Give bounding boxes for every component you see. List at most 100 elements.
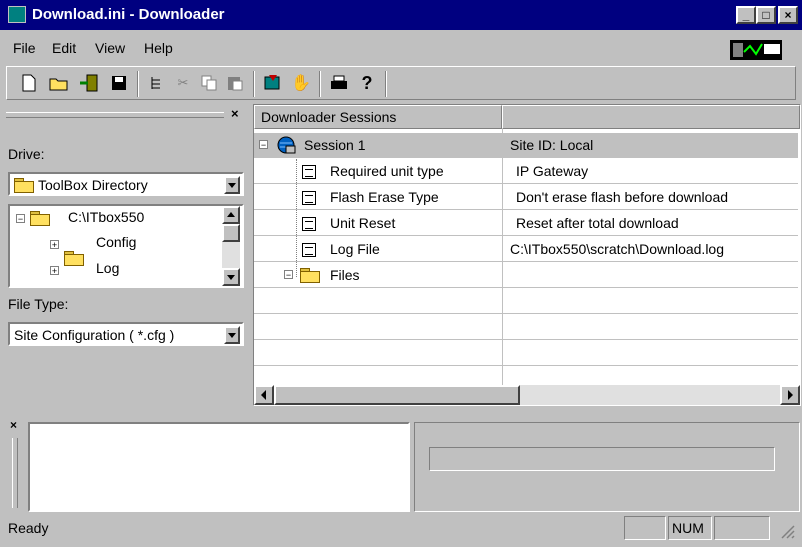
tree-icon[interactable] xyxy=(145,71,169,95)
property-icon xyxy=(302,217,316,231)
progress-area xyxy=(414,422,800,512)
maximize-button[interactable]: □ xyxy=(756,6,776,24)
progress-bar xyxy=(429,447,775,471)
property-value: Don't erase flash before download xyxy=(516,189,729,205)
drive-select-value: ToolBox Directory xyxy=(38,177,148,193)
file-type-select[interactable]: Site Configuration ( *.cfg ) xyxy=(8,322,244,346)
directory-tree[interactable]: − C:\ITbox550 + Config + Log xyxy=(8,204,244,288)
status-indicator-num: NUM xyxy=(668,516,712,540)
scroll-down-icon[interactable] xyxy=(222,268,240,286)
scroll-thumb[interactable] xyxy=(274,385,520,405)
chevron-down-icon[interactable] xyxy=(224,176,240,194)
expand-icon[interactable]: + xyxy=(50,240,59,250)
toolbar: ✂ ✋ ? xyxy=(6,66,796,100)
exit-icon[interactable] xyxy=(77,71,101,95)
menu-view[interactable]: View xyxy=(95,40,125,56)
property-key: Required unit type xyxy=(330,163,444,179)
folder-icon xyxy=(64,251,84,266)
property-value: Reset after total download xyxy=(516,215,679,231)
table-row[interactable] xyxy=(254,289,798,314)
table-row[interactable]: − Files xyxy=(254,263,798,288)
scroll-thumb[interactable] xyxy=(222,224,240,242)
property-value: IP Gateway xyxy=(516,163,589,179)
folder-icon xyxy=(30,211,50,226)
window-title: Download.ini - Downloader xyxy=(32,6,225,23)
scroll-right-icon[interactable] xyxy=(780,385,800,405)
table-row[interactable]: Unit Reset Reset after total download xyxy=(254,211,798,236)
file-browser-panel: × Drive: ToolBox Directory − C:\ITbox550… xyxy=(0,104,252,406)
collapse-icon[interactable]: − xyxy=(259,140,268,150)
table-row[interactable] xyxy=(254,315,798,340)
minimize-button[interactable]: _ xyxy=(736,6,756,24)
folder-icon xyxy=(300,268,320,283)
sessions-grid[interactable]: Downloader Sessions − Session 1 Site ID:… xyxy=(253,104,801,406)
scroll-left-icon[interactable] xyxy=(254,385,274,405)
table-row[interactable]: Flash Erase Type Don't erase flash befor… xyxy=(254,185,798,210)
copy-icon[interactable] xyxy=(197,71,221,95)
property-value: C:\ITbox550\scratch\Download.log xyxy=(510,241,724,257)
menu-edit[interactable]: Edit xyxy=(52,40,76,56)
tree-item-log[interactable]: Log xyxy=(96,260,119,276)
file-type-label: File Type: xyxy=(8,296,69,312)
title-bar: Download.ini - Downloader _ □ × xyxy=(0,0,802,30)
panel-close-icon[interactable]: × xyxy=(231,106,239,121)
save-icon[interactable] xyxy=(107,71,131,95)
tree-item-config[interactable]: Config xyxy=(96,234,136,250)
status-bar: Ready NUM xyxy=(0,512,802,547)
download-icon[interactable] xyxy=(261,71,285,95)
chevron-down-icon[interactable] xyxy=(224,326,240,344)
tree-scrollbar[interactable] xyxy=(222,206,240,286)
column-header-sessions[interactable]: Downloader Sessions xyxy=(254,105,502,129)
open-icon[interactable] xyxy=(47,71,71,95)
toolbar-separator xyxy=(385,71,387,97)
cut-icon[interactable]: ✂ xyxy=(171,71,195,95)
menu-help[interactable]: Help xyxy=(144,40,173,56)
property-key: Log File xyxy=(330,241,380,257)
collapse-icon[interactable]: − xyxy=(16,214,25,224)
status-text: Ready xyxy=(8,520,49,536)
drive-select[interactable]: ToolBox Directory xyxy=(8,172,244,196)
file-type-value: Site Configuration ( *.cfg ) xyxy=(14,327,175,343)
expand-icon[interactable]: + xyxy=(50,266,59,276)
close-button[interactable]: × xyxy=(778,6,798,24)
property-key: Unit Reset xyxy=(330,215,396,231)
property-key: Flash Erase Type xyxy=(330,189,439,205)
help-icon[interactable]: ? xyxy=(355,71,379,95)
pane-close-icon[interactable]: × xyxy=(10,418,17,432)
status-indicator-caps xyxy=(624,516,666,540)
site-id: Site ID: Local xyxy=(510,137,594,153)
property-icon xyxy=(302,165,316,179)
tree-root[interactable]: C:\ITbox550 xyxy=(68,209,144,225)
toolbar-separator xyxy=(137,71,139,97)
table-row[interactable]: Log File C:\ITbox550\scratch\Download.lo… xyxy=(254,237,798,262)
table-row[interactable] xyxy=(254,341,798,366)
stop-icon[interactable]: ✋ xyxy=(289,71,313,95)
horizontal-scrollbar[interactable] xyxy=(254,385,800,405)
menu-file[interactable]: File xyxy=(13,40,36,56)
property-icon xyxy=(302,243,316,257)
print-icon[interactable] xyxy=(327,71,351,95)
table-row[interactable]: − Session 1 Site ID: Local xyxy=(254,133,798,158)
drive-label: Drive: xyxy=(8,146,45,162)
output-list[interactable] xyxy=(28,422,410,512)
status-indicator-scroll xyxy=(714,516,770,540)
files-node: Files xyxy=(330,267,360,283)
output-pane: × xyxy=(0,410,802,512)
network-logo-icon xyxy=(730,40,782,60)
pane-gripper[interactable] xyxy=(12,438,18,508)
table-row[interactable]: Required unit type IP Gateway xyxy=(254,159,798,184)
app-icon[interactable] xyxy=(8,6,26,23)
scroll-up-icon[interactable] xyxy=(222,206,240,224)
menu-bar: File Edit View Help xyxy=(0,38,802,62)
session-name: Session 1 xyxy=(304,137,366,153)
collapse-icon[interactable]: − xyxy=(284,270,293,280)
new-icon[interactable] xyxy=(17,71,41,95)
globe-icon xyxy=(276,135,296,155)
resize-grip-icon[interactable] xyxy=(778,522,796,540)
property-icon xyxy=(302,191,316,205)
folder-icon xyxy=(14,178,34,193)
toolbar-separator xyxy=(253,71,255,97)
paste-icon[interactable] xyxy=(223,71,247,95)
column-header-value[interactable] xyxy=(502,105,800,129)
panel-gripper[interactable] xyxy=(6,112,224,118)
